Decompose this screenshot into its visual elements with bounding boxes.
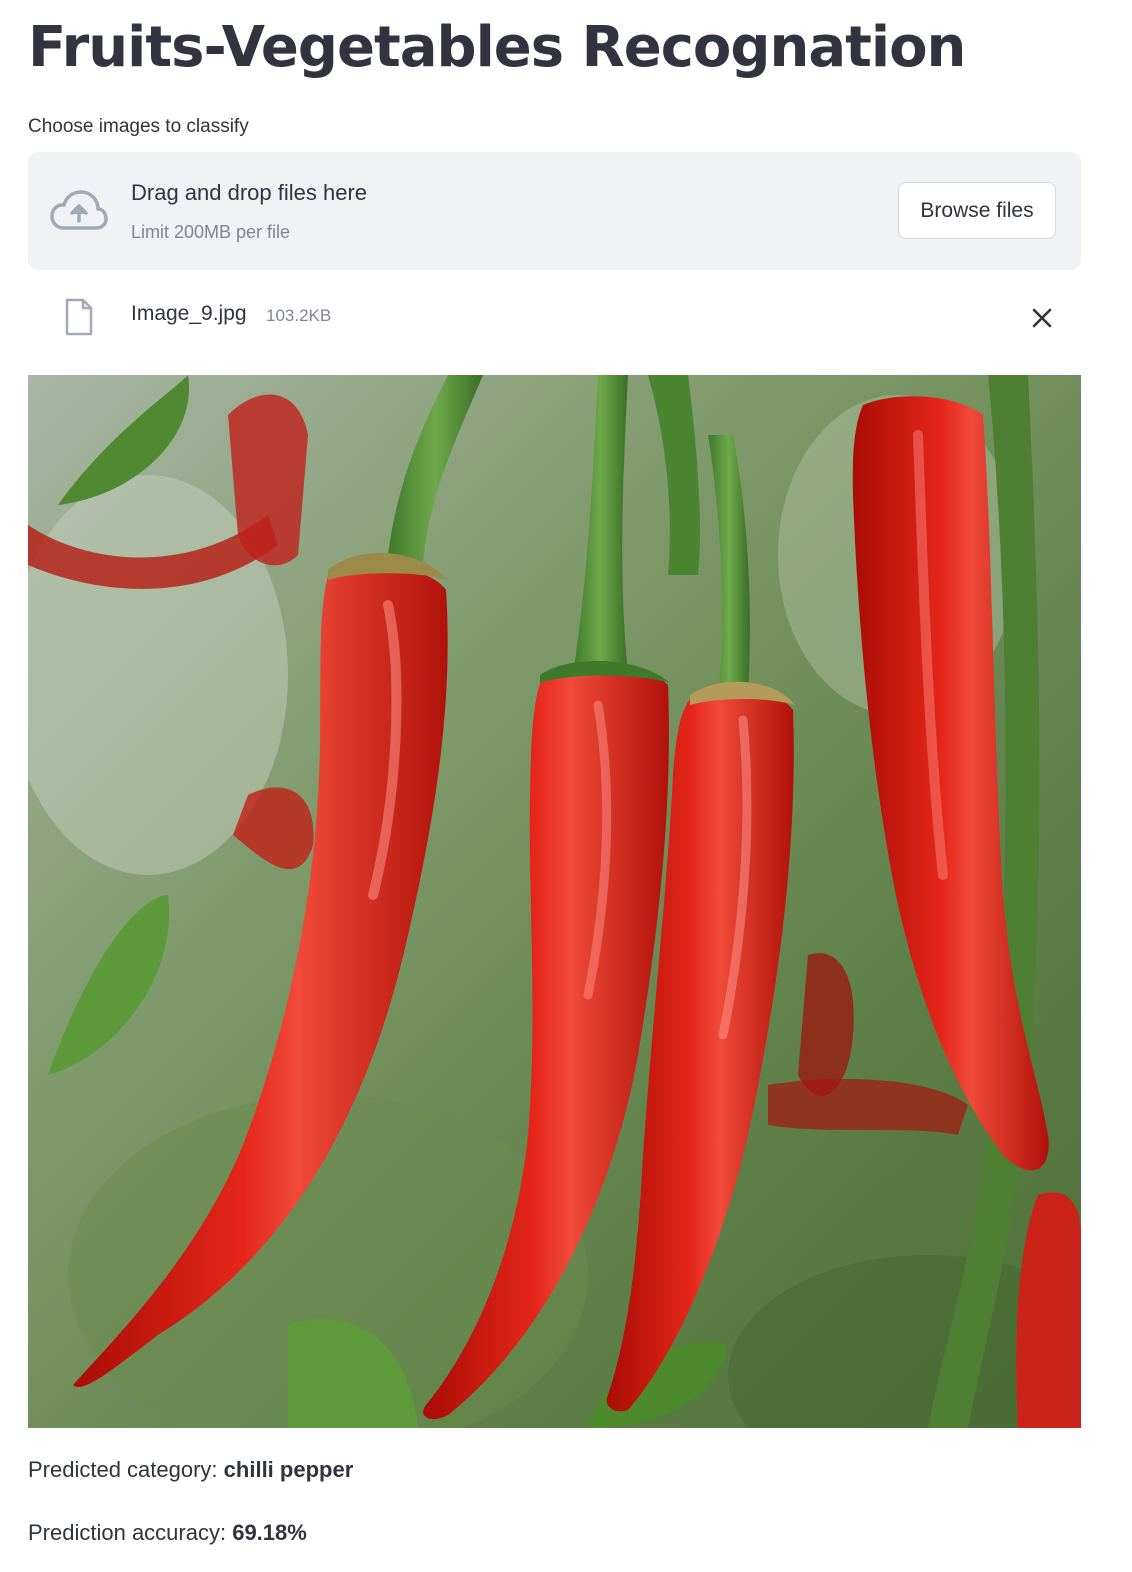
dropzone-instructions: Drag and drop files here xyxy=(131,180,368,205)
browse-files-button[interactable]: Browse files xyxy=(898,182,1056,239)
predicted-category-label: Predicted category: xyxy=(28,1457,224,1482)
prediction-accuracy-label: Prediction accuracy: xyxy=(28,1520,233,1545)
prediction-accuracy-value: 69.18% xyxy=(232,1520,307,1545)
predicted-category: Predicted category: chilli pepper xyxy=(28,1457,353,1483)
cloud-upload-icon xyxy=(50,190,108,230)
file-dropzone[interactable]: Drag and drop files here Limit 200MB per… xyxy=(28,152,1081,270)
predicted-category-value: chilli pepper xyxy=(223,1457,354,1482)
file-name: Image_9.jpg xyxy=(131,302,247,325)
uploader-label: Choose images to classify xyxy=(28,116,249,137)
uploaded-image-preview xyxy=(28,375,1081,1428)
close-icon[interactable] xyxy=(1030,306,1054,330)
prediction-accuracy: Prediction accuracy: 69.18% xyxy=(28,1520,307,1546)
file-icon xyxy=(65,298,93,336)
file-size: 103.2KB xyxy=(266,306,332,325)
dropzone-limit: Limit 200MB per file xyxy=(131,222,291,242)
uploaded-file-item: Image_9.jpg 103.2KB xyxy=(28,290,1081,346)
page-title: Fruits-Vegetables Recognation xyxy=(28,15,966,80)
app-page: Fruits-Vegetables Recognation Choose ima… xyxy=(0,0,1132,1572)
